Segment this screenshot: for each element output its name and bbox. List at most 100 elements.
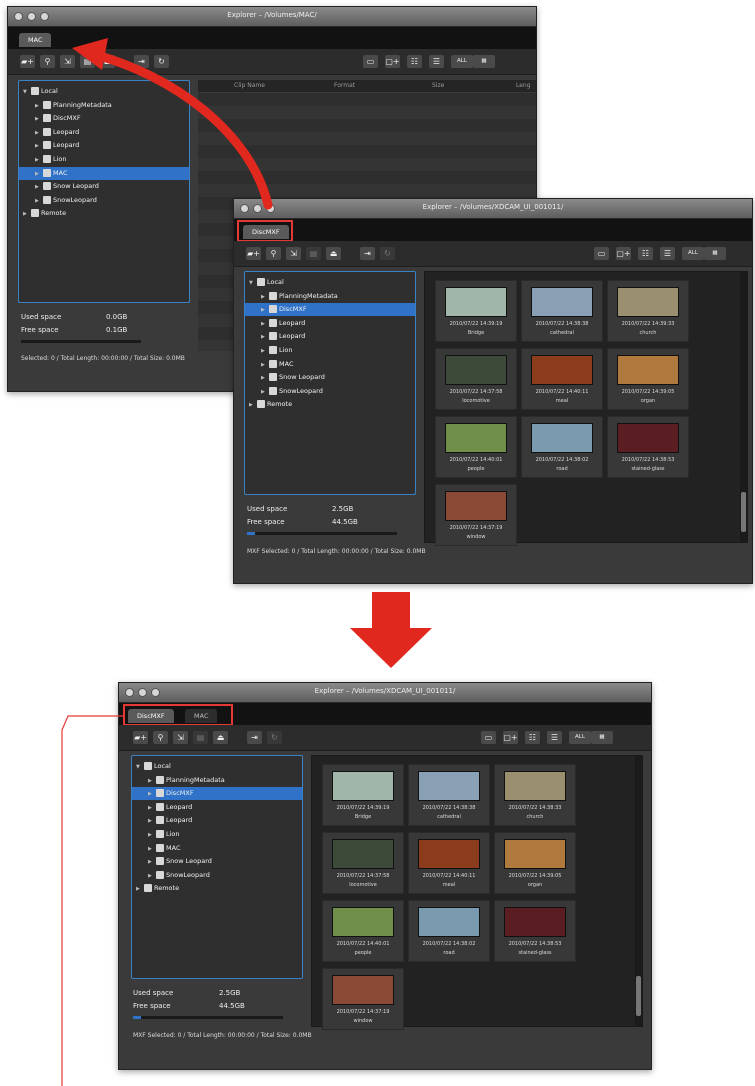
grid-options-icon[interactable]: ▦: [473, 55, 495, 68]
tree-item[interactable]: ▶ DiscMXF: [245, 303, 415, 317]
thumbnail-grid[interactable]: 2010/07/22 14:39:19 Bridge 2010/07/22 14:3…: [311, 755, 643, 1030]
disclosure-closed-icon[interactable]: ▶: [261, 386, 269, 399]
disclosure-open-icon[interactable]: ▼: [23, 86, 31, 99]
disclosure-closed-icon[interactable]: ▶: [35, 100, 43, 113]
import-icon[interactable]: ⇲: [173, 731, 188, 744]
grid-options-icon[interactable]: ▦: [591, 731, 613, 744]
folder-tree[interactable]: ▼ Local ▶ PlanningMetadata ▶ DiscMXF ▶ Leopard ▶…: [18, 80, 190, 303]
delete-icon[interactable]: ▤: [193, 731, 208, 744]
disclosure-closed-icon[interactable]: ▶: [136, 883, 144, 896]
tree-item[interactable]: ▶ DiscMXF: [19, 112, 189, 125]
clip-thumbnail[interactable]: 2010/07/22 14:39:19 Bridge: [435, 280, 517, 342]
tree-item[interactable]: ▶ Lion: [19, 153, 189, 166]
disclosure-closed-icon[interactable]: ▶: [35, 154, 43, 167]
clip-thumbnail[interactable]: 2010/07/22 14:39:05 organ: [494, 832, 576, 894]
tree-item[interactable]: ▶ SnowLeopard: [245, 385, 415, 398]
tree-item[interactable]: ▶ Snow Leopard: [245, 371, 415, 384]
tree-item[interactable]: ▶ Leopard: [132, 801, 302, 814]
list-view-icon[interactable]: ☰: [660, 247, 675, 260]
tree-item[interactable]: ▶ Leopard: [19, 139, 189, 152]
tree-item[interactable]: ▶ MAC: [19, 166, 189, 181]
disclosure-closed-icon[interactable]: ▶: [35, 127, 43, 140]
tree-item[interactable]: ▼ Local: [132, 760, 302, 773]
col-size[interactable]: Size: [432, 80, 444, 92]
disclosure-open-icon[interactable]: ▼: [136, 761, 144, 774]
title-bar[interactable]: Explorer – /Volumes/XDCAM_UI_001011/: [234, 199, 752, 219]
disclosure-closed-icon[interactable]: ▶: [148, 829, 156, 842]
refresh-icon[interactable]: ↻: [380, 247, 395, 260]
delete-icon[interactable]: ▤: [80, 55, 95, 68]
new-folder-icon[interactable]: ▰+: [133, 731, 148, 744]
tree-item[interactable]: ▶ Leopard: [245, 317, 415, 330]
disclosure-closed-icon[interactable]: ▶: [261, 304, 269, 317]
tree-item[interactable]: ▼ Local: [245, 276, 415, 289]
title-bar[interactable]: Explorer – /Volumes/MAC/: [8, 7, 536, 27]
disclosure-closed-icon[interactable]: ▶: [261, 372, 269, 385]
clip-thumbnail[interactable]: 2010/07/22 14:37:58 locomotive: [435, 348, 517, 410]
clip-thumbnail[interactable]: 2010/07/22 14:38:02 road: [408, 900, 490, 962]
list-view-icon[interactable]: ☰: [429, 55, 444, 68]
tree-item[interactable]: ▶ MAC: [245, 358, 415, 371]
delete-icon[interactable]: ▤: [306, 247, 321, 260]
col-clip-name[interactable]: Clip Name: [234, 80, 265, 92]
disclosure-closed-icon[interactable]: ▶: [35, 140, 43, 153]
mxf-view-icon[interactable]: ▭: [594, 247, 609, 260]
disclosure-closed-icon[interactable]: ▶: [35, 195, 43, 208]
new-clip-icon[interactable]: ▢+: [503, 731, 518, 744]
search-icon[interactable]: ⚲: [153, 731, 168, 744]
search-icon[interactable]: ⚲: [266, 247, 281, 260]
clip-thumbnail[interactable]: 2010/07/22 14:38:38 cathedral: [408, 764, 490, 826]
disclosure-closed-icon[interactable]: ▶: [35, 168, 43, 181]
clip-thumbnail[interactable]: 2010/07/22 14:37:19 window: [435, 484, 517, 546]
clip-thumbnail[interactable]: 2010/07/22 14:37:58 locomotive: [322, 832, 404, 894]
clip-thumbnail[interactable]: 2010/07/22 14:39:05 organ: [607, 348, 689, 410]
list-view-icon[interactable]: ☰: [547, 731, 562, 744]
clip-thumbnail[interactable]: 2010/07/22 14:39:33 church: [607, 280, 689, 342]
tree-item[interactable]: ▶ Lion: [132, 828, 302, 841]
tree-item[interactable]: ▶ Leopard: [19, 126, 189, 139]
tree-item[interactable]: ▶ Leopard: [132, 814, 302, 827]
clip-thumbnail[interactable]: 2010/07/22 14:39:19 Bridge: [322, 764, 404, 826]
tab-mac[interactable]: MAC: [19, 33, 52, 47]
tree-item[interactable]: ▶ PlanningMetadata: [132, 774, 302, 787]
tree-item[interactable]: ▼ Local: [19, 85, 189, 98]
scrollbar[interactable]: [740, 272, 747, 542]
folder-tree[interactable]: ▼ Local ▶ PlanningMetadata ▶ DiscMXF ▶ Leopard ▶…: [131, 755, 303, 979]
export-icon[interactable]: ⇥: [360, 247, 375, 260]
disclosure-closed-icon[interactable]: ▶: [148, 843, 156, 856]
tree-item[interactable]: ▶ Remote: [245, 398, 415, 411]
title-bar[interactable]: Explorer – /Volumes/XDCAM_UI_001011/: [119, 683, 651, 703]
disclosure-open-icon[interactable]: ▼: [249, 277, 257, 290]
clip-thumbnail[interactable]: 2010/07/22 14:38:02 road: [521, 416, 603, 478]
disclosure-closed-icon[interactable]: ▶: [23, 208, 31, 221]
tree-item[interactable]: ▶ Leopard: [245, 330, 415, 343]
disclosure-closed-icon[interactable]: ▶: [261, 345, 269, 358]
disclosure-closed-icon[interactable]: ▶: [261, 318, 269, 331]
disclosure-closed-icon[interactable]: ▶: [261, 331, 269, 344]
col-length[interactable]: Leng: [516, 80, 531, 92]
clip-thumbnail[interactable]: 2010/07/22 14:38:53 stained-glass: [607, 416, 689, 478]
tree-item[interactable]: ▶ Snow Leopard: [19, 180, 189, 193]
disclosure-closed-icon[interactable]: ▶: [148, 856, 156, 869]
thumbnail-grid[interactable]: 2010/07/22 14:39:19 Bridge 2010/07/22 14:3…: [424, 271, 748, 546]
disclosure-closed-icon[interactable]: ▶: [35, 113, 43, 126]
disclosure-closed-icon[interactable]: ▶: [35, 181, 43, 194]
clip-thumbnail[interactable]: 2010/07/22 14:37:19 window: [322, 968, 404, 1030]
filter-all-icon[interactable]: ALL: [569, 731, 591, 744]
clip-thumbnail[interactable]: 2010/07/22 14:38:38 cathedral: [521, 280, 603, 342]
refresh-icon[interactable]: ↻: [154, 55, 169, 68]
scrollbar-thumb[interactable]: [741, 492, 746, 532]
disclosure-closed-icon[interactable]: ▶: [148, 815, 156, 828]
thumbnail-view-icon[interactable]: ☷: [638, 247, 653, 260]
search-icon[interactable]: ⚲: [40, 55, 55, 68]
mxf-view-icon[interactable]: ▭: [363, 55, 378, 68]
grid-options-icon[interactable]: ▦: [704, 247, 726, 260]
disclosure-closed-icon[interactable]: ▶: [261, 291, 269, 304]
refresh-icon[interactable]: ↻: [267, 731, 282, 744]
mxf-view-icon[interactable]: ▭: [481, 731, 496, 744]
clip-thumbnail[interactable]: 2010/07/22 14:38:33 church: [494, 764, 576, 826]
tree-item[interactable]: ▶ PlanningMetadata: [245, 290, 415, 303]
folder-tree[interactable]: ▼ Local ▶ PlanningMetadata ▶ DiscMXF ▶ Leopard ▶…: [244, 271, 416, 495]
tree-item[interactable]: ▶ Remote: [132, 882, 302, 895]
tree-item[interactable]: ▶ Snow Leopard: [132, 855, 302, 868]
